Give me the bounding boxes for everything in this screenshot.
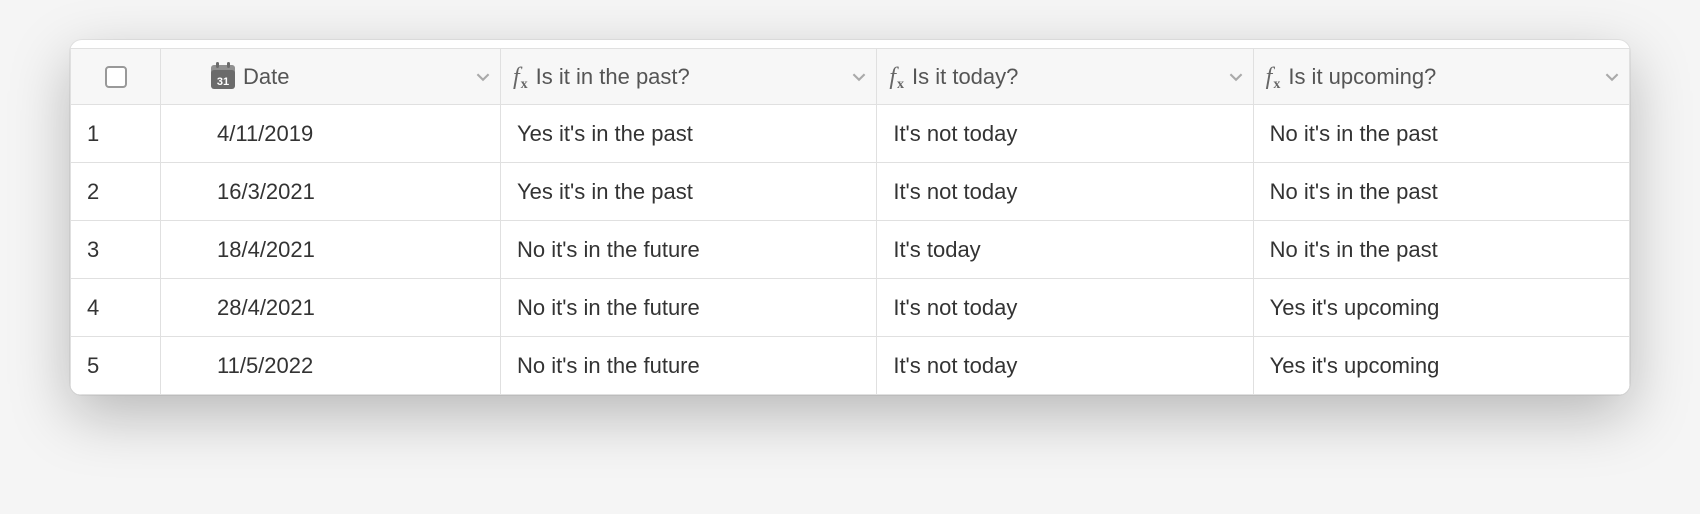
table-row[interactable]: 3 18/4/2021 No it's in the future It's t…: [71, 221, 1630, 279]
row-number: 5: [71, 337, 161, 395]
cell-past[interactable]: No it's in the future: [501, 221, 877, 279]
cell-today[interactable]: It's today: [877, 221, 1253, 279]
cell-upcoming[interactable]: No it's in the past: [1253, 163, 1629, 221]
cell-date[interactable]: 4/11/2019: [161, 105, 501, 163]
cell-today[interactable]: It's not today: [877, 279, 1253, 337]
table-window: 31 Date fx Is it in the past?: [70, 40, 1630, 395]
table-row[interactable]: 4 28/4/2021 No it's in the future It's n…: [71, 279, 1630, 337]
chevron-down-icon[interactable]: [476, 70, 490, 84]
cell-date[interactable]: 11/5/2022: [161, 337, 501, 395]
cell-upcoming[interactable]: No it's in the past: [1253, 221, 1629, 279]
cell-past[interactable]: No it's in the future: [501, 279, 877, 337]
header-date-label: Date: [243, 64, 289, 90]
select-all-checkbox[interactable]: [105, 66, 127, 88]
calendar-icon: 31: [211, 65, 235, 89]
data-table: 31 Date fx Is it in the past?: [70, 48, 1630, 395]
cell-upcoming[interactable]: Yes it's upcoming: [1253, 279, 1629, 337]
table-row[interactable]: 5 11/5/2022 No it's in the future It's n…: [71, 337, 1630, 395]
row-number: 4: [71, 279, 161, 337]
chevron-down-icon[interactable]: [1605, 70, 1619, 84]
cell-past[interactable]: Yes it's in the past: [501, 163, 877, 221]
header-date[interactable]: 31 Date: [161, 49, 501, 105]
chevron-down-icon[interactable]: [1229, 70, 1243, 84]
table-header-row: 31 Date fx Is it in the past?: [71, 49, 1630, 105]
cell-today[interactable]: It's not today: [877, 337, 1253, 395]
cell-past[interactable]: No it's in the future: [501, 337, 877, 395]
header-upcoming-label: Is it upcoming?: [1288, 64, 1436, 90]
cell-date[interactable]: 16/3/2021: [161, 163, 501, 221]
header-upcoming[interactable]: fx Is it upcoming?: [1253, 49, 1629, 105]
header-today-label: Is it today?: [912, 64, 1018, 90]
header-today[interactable]: fx Is it today?: [877, 49, 1253, 105]
cell-date[interactable]: 18/4/2021: [161, 221, 501, 279]
row-number: 2: [71, 163, 161, 221]
header-checkbox-cell[interactable]: [71, 49, 161, 105]
cell-past[interactable]: Yes it's in the past: [501, 105, 877, 163]
cell-upcoming[interactable]: No it's in the past: [1253, 105, 1629, 163]
cell-today[interactable]: It's not today: [877, 163, 1253, 221]
formula-icon: fx: [513, 65, 528, 89]
formula-icon: fx: [889, 65, 904, 89]
row-number: 3: [71, 221, 161, 279]
table-row[interactable]: 2 16/3/2021 Yes it's in the past It's no…: [71, 163, 1630, 221]
header-past[interactable]: fx Is it in the past?: [501, 49, 877, 105]
row-number: 1: [71, 105, 161, 163]
cell-upcoming[interactable]: Yes it's upcoming: [1253, 337, 1629, 395]
cell-date[interactable]: 28/4/2021: [161, 279, 501, 337]
header-past-label: Is it in the past?: [536, 64, 690, 90]
cell-today[interactable]: It's not today: [877, 105, 1253, 163]
table-row[interactable]: 1 4/11/2019 Yes it's in the past It's no…: [71, 105, 1630, 163]
chevron-down-icon[interactable]: [852, 70, 866, 84]
formula-icon: fx: [1266, 65, 1281, 89]
